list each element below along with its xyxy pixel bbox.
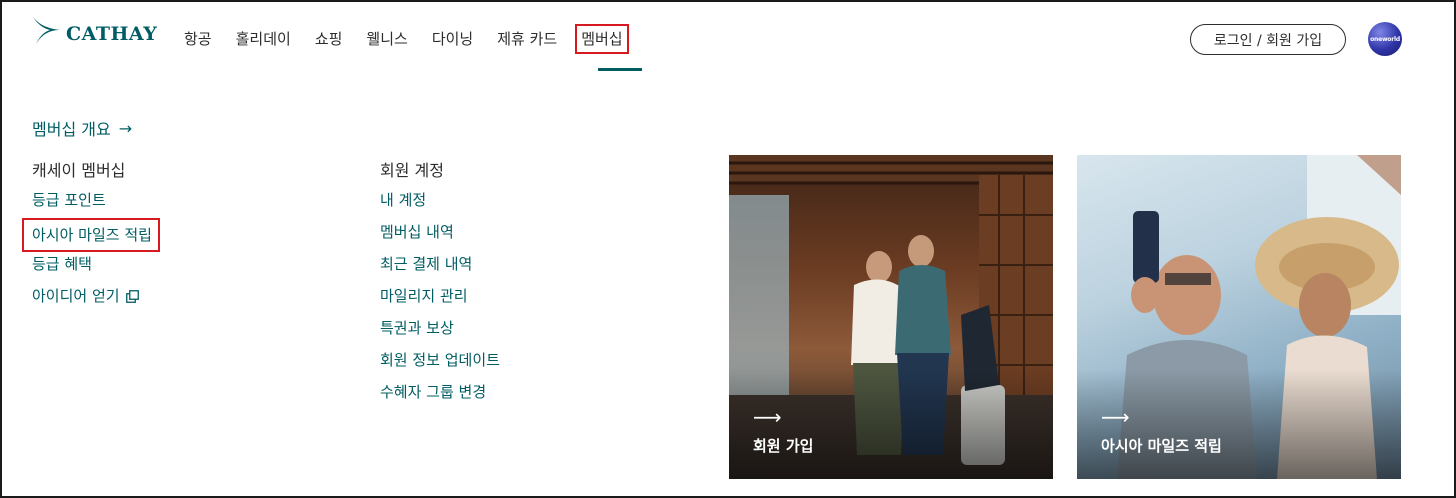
external-link-icon [125, 290, 139, 303]
promo-card-earn-miles[interactable]: ⟶ 아시아 마일즈 적립 [1077, 155, 1401, 479]
menu-column-member-account: 회원 계정 내 계정 멤버십 내역 최근 결제 내역 마일리지 관리 특권과 보… [380, 158, 500, 412]
card-label: 회원 가입 [753, 437, 814, 455]
nav-item-flights[interactable]: 항공 [184, 26, 212, 52]
oneworld-logo[interactable]: oneworld [1368, 22, 1402, 56]
arrow-right-icon: ⟶ [1101, 405, 1130, 429]
brushwing-icon [33, 17, 60, 44]
link-recent-payments[interactable]: 최근 결제 내역 [380, 252, 500, 284]
nav-item-membership[interactable]: 멤버십 [575, 24, 629, 54]
arrow-right-icon: → [118, 118, 133, 138]
column-title: 회원 계정 [380, 161, 444, 180]
nav-item-dining[interactable]: 다이닝 [432, 26, 473, 52]
link-change-redemption-group[interactable]: 수혜자 그룹 변경 [380, 380, 500, 412]
nav-item-holidays[interactable]: 홀리데이 [236, 26, 291, 52]
arrow-right-icon: ⟶ [753, 405, 782, 429]
link-my-account[interactable]: 내 계정 [380, 188, 500, 220]
overview-label: 멤버십 개요 [32, 120, 111, 139]
brand-name: CATHAY [66, 23, 158, 45]
link-get-ideas[interactable]: 아이디어 얻기 [32, 284, 158, 316]
card-label: 아시아 마일즈 적립 [1101, 437, 1222, 455]
column-title: 캐세이 멤버십 [32, 161, 126, 180]
nav-item-shopping[interactable]: 쇼핑 [315, 26, 343, 52]
nav-item-credit-card[interactable]: 제휴 카드 [497, 26, 557, 52]
active-nav-indicator [598, 68, 642, 71]
link-membership-history[interactable]: 멤버십 내역 [380, 220, 500, 252]
link-privileges-rewards[interactable]: 특권과 보상 [380, 316, 500, 348]
link-manage-miles[interactable]: 마일리지 관리 [380, 284, 500, 316]
membership-overview-link[interactable]: 멤버십 개요 → [32, 116, 132, 140]
promo-card-join[interactable]: ⟶ 회원 가입 [729, 155, 1053, 479]
oneworld-logo-text: oneworld [1370, 35, 1400, 43]
link-earn-asia-miles[interactable]: 아시아 마일즈 적립 [22, 218, 160, 252]
main-nav: 항공 홀리데이 쇼핑 웰니스 다이닝 제휴 카드 멤버십 [184, 24, 651, 54]
link-update-profile[interactable]: 회원 정보 업데이트 [380, 348, 500, 380]
login-signup-button[interactable]: 로그인 / 회원 가입 [1190, 24, 1346, 55]
nav-item-wellness[interactable]: 웰니스 [366, 26, 407, 52]
menu-column-cathay-membership: 캐세이 멤버십 등급 포인트 아시아 마일즈 적립 등급 혜택 아이디어 얻기 [22, 158, 160, 316]
link-status-points[interactable]: 등급 포인트 [32, 188, 158, 220]
link-tier-benefits[interactable]: 등급 혜택 [32, 252, 158, 284]
cathay-logo[interactable]: CATHAY [32, 16, 157, 46]
